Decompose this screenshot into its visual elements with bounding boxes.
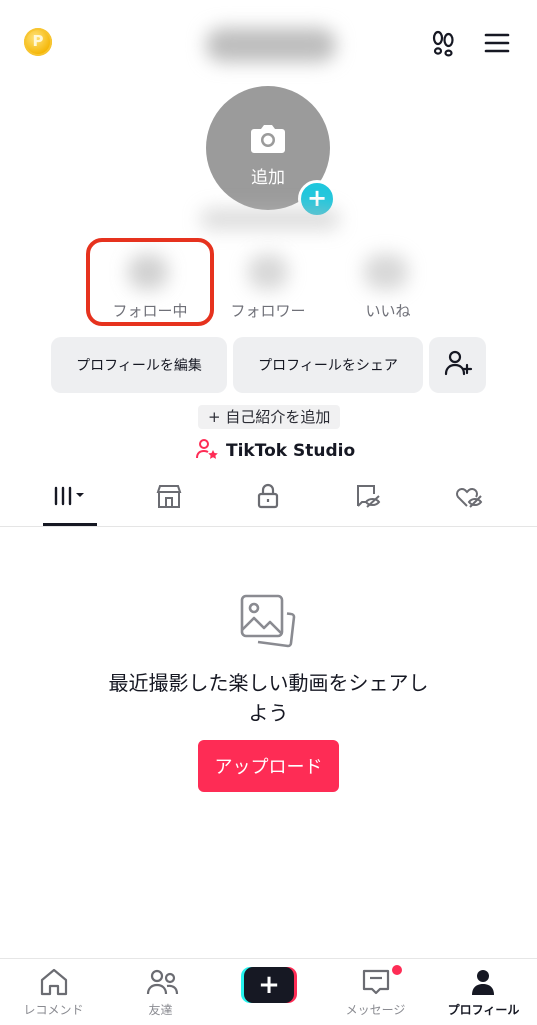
nav-profile[interactable]: プロフィール <box>430 959 537 1025</box>
add-user-icon <box>443 348 473 382</box>
tab-liked[interactable] <box>414 470 521 526</box>
share-profile-button[interactable]: プロフィールをシェア <box>233 337 423 393</box>
bottom-nav: レコメンド 友達 + メッセージ プロフィール <box>0 958 537 1025</box>
tiktok-studio-link[interactable]: TikTok Studio <box>196 438 355 464</box>
followers-label[interactable]: フォロワー <box>203 300 333 321</box>
shop-icon <box>155 483 183 513</box>
tab-reposts[interactable] <box>314 470 421 526</box>
edit-profile-button[interactable]: プロフィールを編集 <box>51 337 227 393</box>
studio-label: TikTok Studio <box>226 441 356 461</box>
nav-home-label: レコメンド <box>23 1003 84 1017</box>
studio-icon <box>196 438 220 465</box>
username-blurred <box>206 28 336 62</box>
repost-eye-icon <box>353 482 383 514</box>
camera-icon <box>248 120 288 156</box>
hamburger-icon[interactable] <box>482 28 512 58</box>
profile-tabs <box>0 470 537 527</box>
nav-home[interactable]: レコメンド <box>0 959 107 1025</box>
empty-state-message: 最近撮影した楽しい動画をシェアしよう <box>108 671 429 725</box>
photos-icon <box>238 592 298 650</box>
liked-heart-icon <box>453 482 483 514</box>
create-plus-icon: + <box>244 967 294 1003</box>
upload-button[interactable]: アップロード <box>198 740 339 792</box>
display-name-blurred <box>200 208 340 230</box>
tab-videos[interactable] <box>16 470 123 526</box>
nav-inbox-label: メッセージ <box>345 1003 406 1017</box>
nav-friends-label: 友達 <box>148 1003 173 1017</box>
tab-shop[interactable] <box>115 470 222 526</box>
nav-inbox[interactable]: メッセージ <box>322 959 429 1025</box>
lock-icon <box>255 482 281 514</box>
notification-dot <box>392 965 402 975</box>
likes-label[interactable]: いいね <box>323 300 453 321</box>
likes-count-blurred <box>364 254 408 290</box>
message-icon <box>360 967 392 1001</box>
add-bio-button[interactable]: + 自己紹介を追加 <box>198 405 341 429</box>
following-highlight <box>86 238 214 326</box>
profile-icon <box>468 967 498 1001</box>
coin-icon[interactable]: P <box>24 28 52 56</box>
home-icon <box>38 967 70 1001</box>
create-button[interactable]: + <box>241 967 297 1003</box>
followers-count-blurred <box>248 254 288 290</box>
videos-grid-icon <box>50 484 90 512</box>
nav-profile-label: プロフィール <box>447 1003 520 1017</box>
active-tab-underline <box>43 523 97 526</box>
friends-icon <box>145 967 179 1001</box>
footprints-icon[interactable] <box>428 28 458 58</box>
nav-friends[interactable]: 友達 <box>107 959 214 1025</box>
add-friend-button[interactable] <box>429 337 486 393</box>
tab-private[interactable] <box>214 470 321 526</box>
